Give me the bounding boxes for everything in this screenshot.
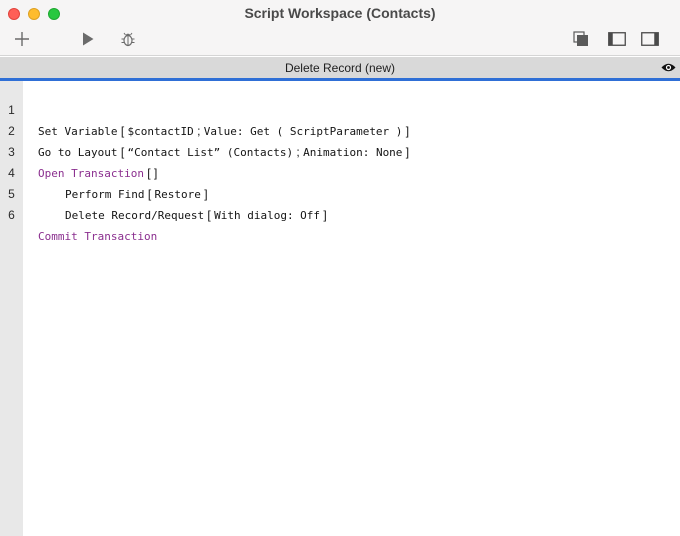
script-step-line[interactable]: 2 Go to Layout [ “Contact List” (Contact… bbox=[0, 100, 680, 159]
toggle-right-panel-button[interactable] bbox=[640, 29, 660, 49]
script-step: Commit Transaction bbox=[38, 226, 157, 247]
copy-window-icon bbox=[573, 31, 588, 46]
bracket-close: ] bbox=[320, 208, 327, 222]
eye-icon[interactable] bbox=[661, 62, 676, 73]
bug-icon bbox=[121, 32, 135, 47]
script-tab-label: Delete Record (new) bbox=[284, 61, 396, 75]
right-panel-icon bbox=[641, 32, 659, 46]
script-step: Delete Record/Request [ With dialog: Off… bbox=[65, 205, 327, 226]
script-step-line[interactable]: 4 Perform Find [ Restore ] bbox=[0, 142, 680, 201]
open-in-new-window-button[interactable] bbox=[571, 29, 591, 49]
script-step-line[interactable]: 6 Commit Transaction bbox=[0, 184, 680, 243]
run-script-button[interactable] bbox=[78, 29, 98, 49]
window-title: Script Workspace (Contacts) bbox=[244, 5, 436, 21]
bracket-open: [ bbox=[204, 208, 215, 222]
new-script-button[interactable] bbox=[12, 29, 32, 49]
play-icon bbox=[83, 32, 94, 46]
left-panel-icon bbox=[608, 32, 626, 46]
script-step-line[interactable]: 5 Delete Record/Request [ With dialog: O… bbox=[0, 163, 680, 222]
line-number: 6 bbox=[8, 208, 15, 222]
script-step-line[interactable]: 3 Open Transaction [ ] bbox=[0, 121, 680, 180]
step-name: Delete Record/Request bbox=[65, 209, 205, 222]
script-workspace-window: Script Workspace (Contacts) Delete Recor… bbox=[0, 0, 680, 536]
plus-icon bbox=[15, 32, 29, 46]
script-tab[interactable]: Delete Record (new) bbox=[0, 57, 680, 81]
toggle-left-panel-button[interactable] bbox=[607, 29, 627, 49]
step-parameter: With dialog: Off bbox=[214, 209, 321, 222]
title-bar: Script Workspace (Contacts) bbox=[0, 0, 680, 56]
debug-script-button[interactable] bbox=[118, 29, 138, 49]
step-name: Commit Transaction bbox=[38, 230, 158, 243]
script-step-line[interactable]: 1 Set Variable [ $contactID ; Value: Get… bbox=[0, 79, 680, 138]
